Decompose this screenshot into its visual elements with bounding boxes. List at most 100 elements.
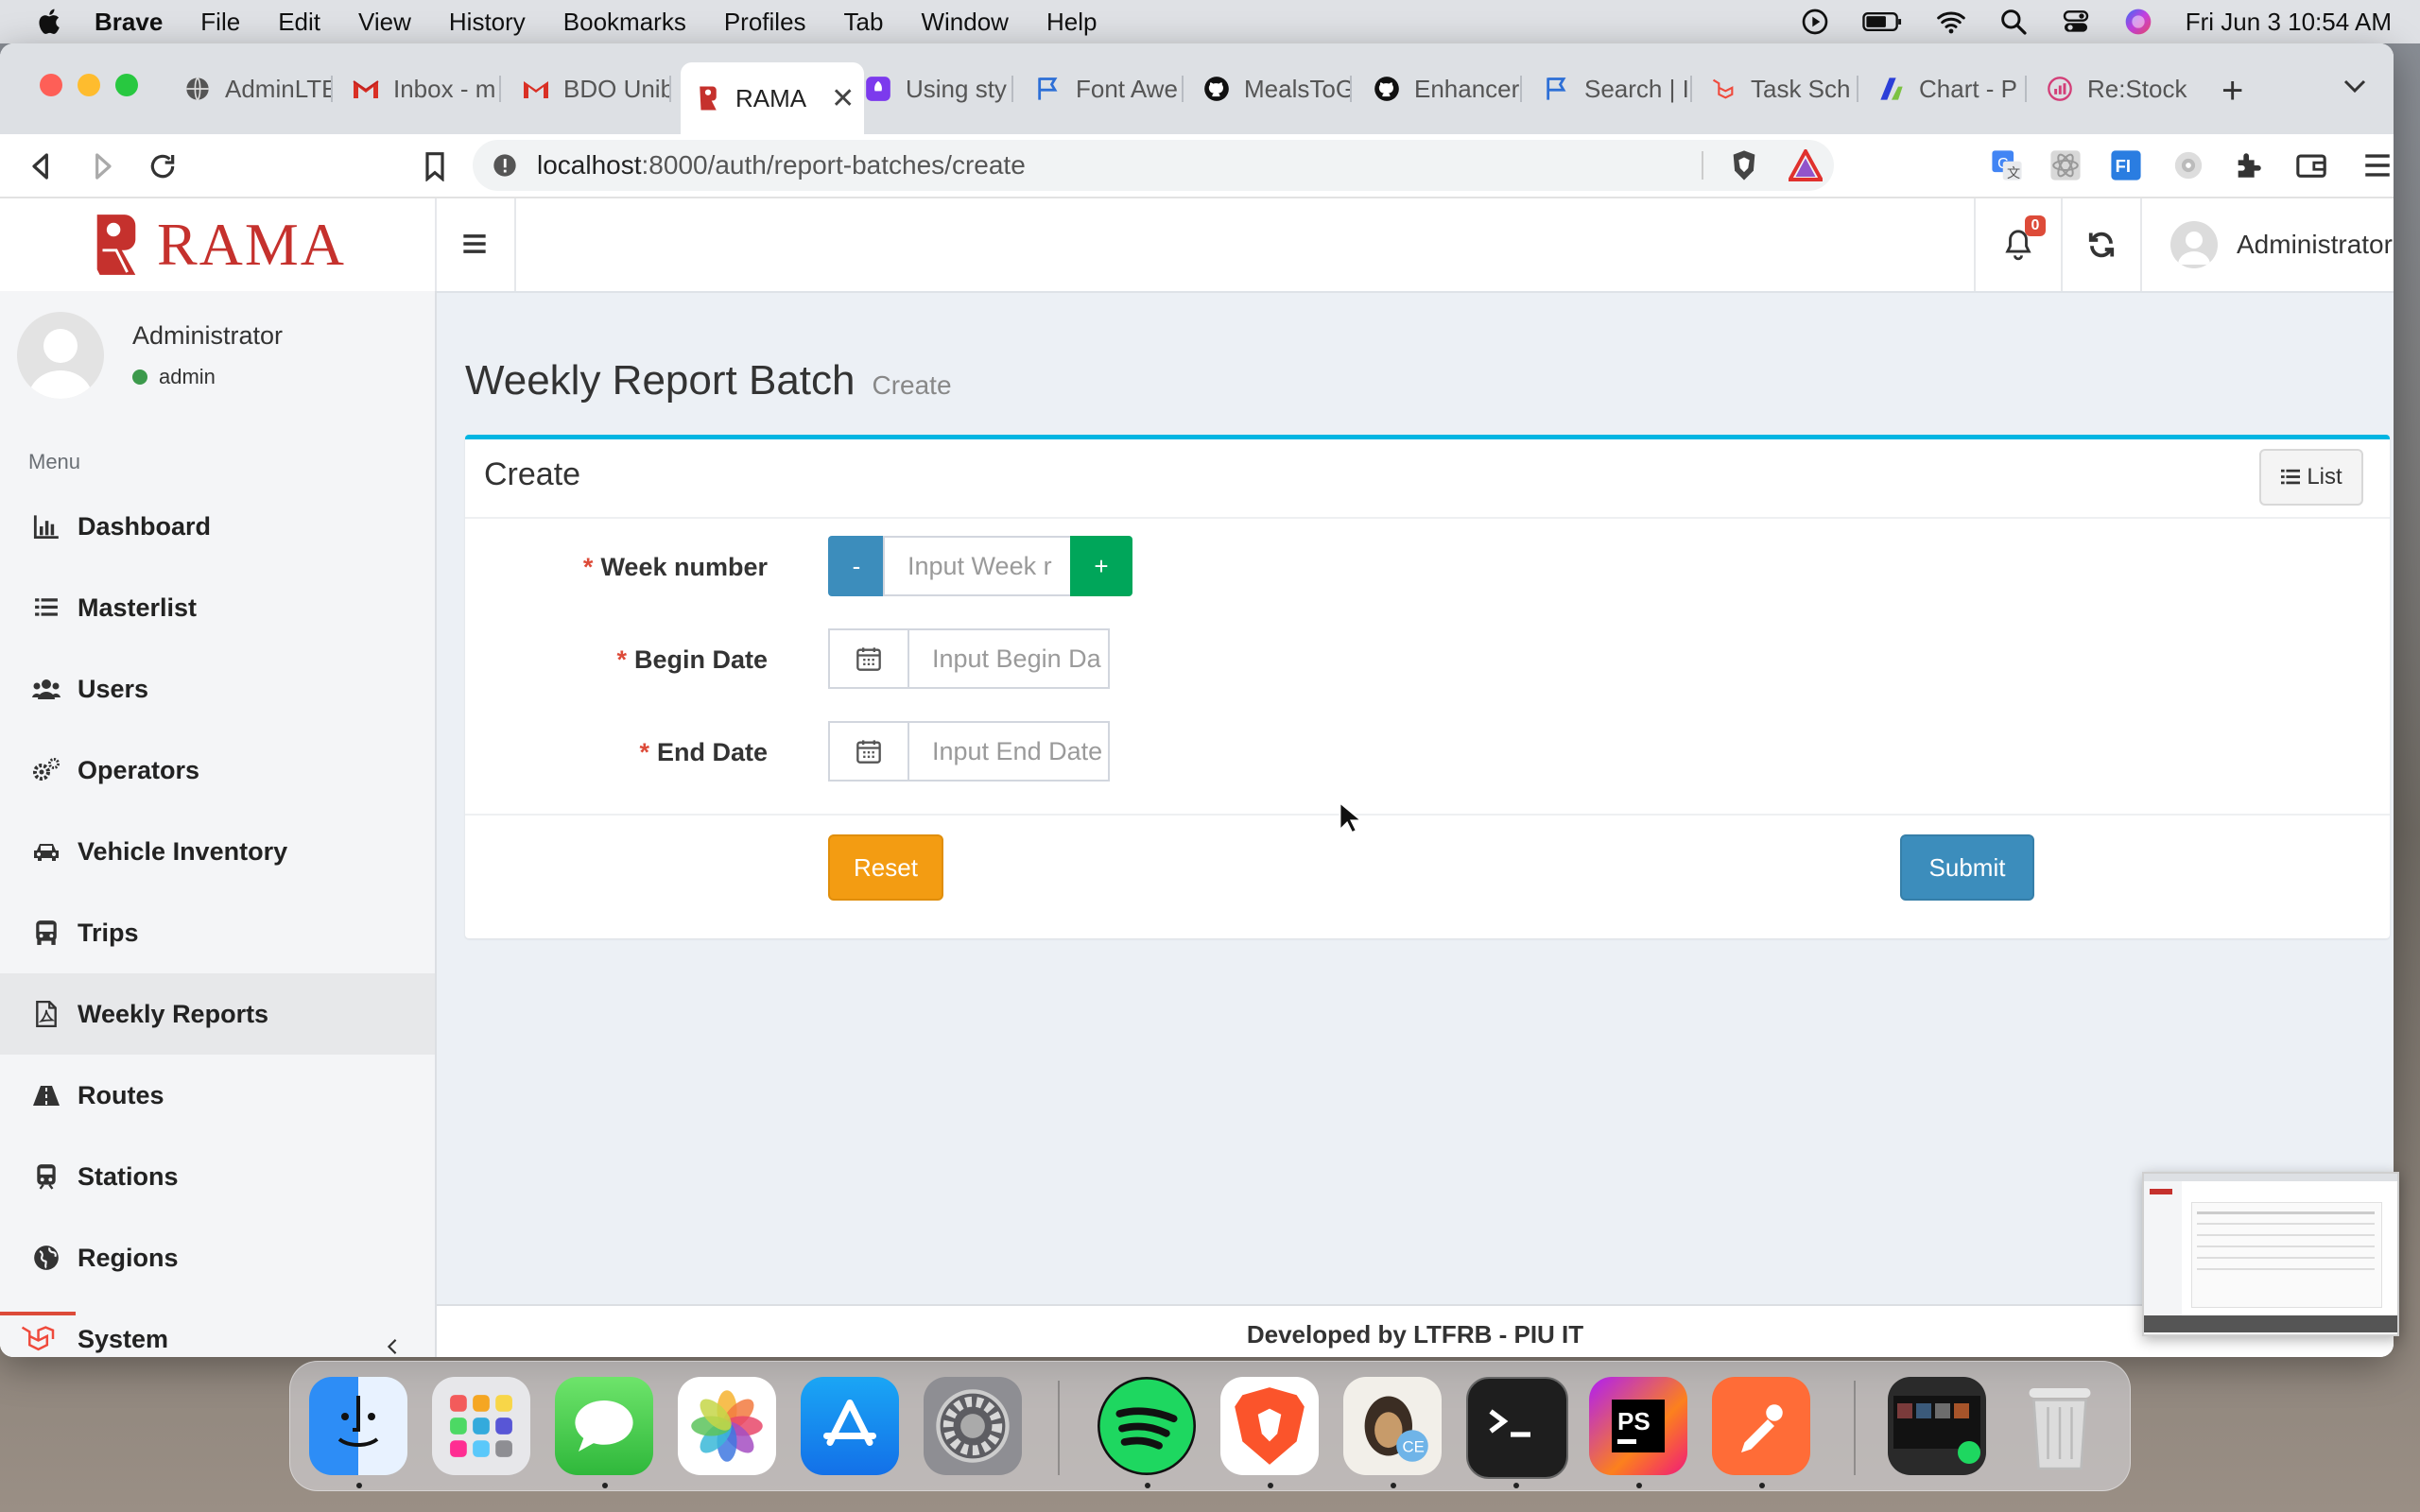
chevron-down-icon[interactable] — [2342, 77, 2367, 94]
tableplus-ce-icon[interactable]: CE — [1343, 1377, 1442, 1475]
bookmark-icon[interactable] — [420, 151, 450, 181]
sidebar-item-routes[interactable]: Routes — [0, 1055, 435, 1136]
tab-search[interactable]: Search | I — [1543, 62, 1692, 115]
info-icon[interactable] — [492, 152, 518, 179]
menu-view[interactable]: View — [358, 8, 411, 37]
react-devtools-icon[interactable] — [2049, 149, 2082, 181]
tab-restock[interactable]: Re:Stock — [2046, 62, 2206, 115]
begin-date-input[interactable]: Input Begin Da — [908, 628, 1110, 689]
list-button[interactable]: List — [2259, 449, 2363, 506]
wifi-icon[interactable] — [1936, 7, 1966, 37]
siri-icon[interactable] — [2123, 7, 2153, 37]
extensions-puzzle-icon[interactable] — [2233, 149, 2265, 181]
back-icon[interactable] — [26, 151, 57, 181]
trash-icon[interactable] — [2011, 1377, 2109, 1475]
sidebar-item-stations[interactable]: Stations — [0, 1136, 435, 1217]
tab-inbox[interactable]: Inbox - m — [352, 62, 501, 115]
required-mark: * — [616, 645, 627, 674]
menu-app-name[interactable]: Brave — [95, 8, 163, 37]
week-increment-button[interactable]: + — [1070, 536, 1132, 596]
brave-browser-icon[interactable] — [1220, 1377, 1319, 1475]
tab-chart[interactable]: Chart - P — [1877, 62, 2027, 115]
menu-tab[interactable]: Tab — [844, 8, 884, 37]
tab-rama[interactable]: RAMA ✕ — [681, 62, 864, 134]
tab-font-awesome[interactable]: Font Awe — [1034, 62, 1184, 115]
running-indicator — [1268, 1483, 1273, 1488]
system-preferences-icon[interactable] — [924, 1377, 1022, 1475]
google-translate-icon[interactable]: G文 — [1991, 149, 2023, 181]
terminal-icon[interactable] — [1466, 1377, 1568, 1479]
sidebar-item-regions[interactable]: Regions — [0, 1217, 435, 1298]
svg-text:CE: CE — [1403, 1437, 1425, 1455]
brave-rewards-icon[interactable] — [1789, 149, 1823, 181]
zoom-window-button[interactable] — [115, 74, 138, 96]
sidebar-toggle-icon[interactable] — [461, 231, 488, 257]
apple-logo-icon[interactable] — [34, 6, 66, 38]
sidebar-item-vehicle-inventory[interactable]: Vehicle Inventory — [0, 811, 435, 892]
sidebar-item-operators[interactable]: Operators — [0, 730, 435, 811]
recent-spotify-window-icon[interactable] — [1888, 1377, 1986, 1475]
play-circle-icon[interactable] — [1800, 7, 1830, 37]
finder-icon[interactable] — [309, 1377, 407, 1475]
screenshot-thumbnail[interactable] — [2142, 1172, 2399, 1336]
tab-label: Inbox - m — [393, 74, 496, 103]
browser-menu-icon[interactable] — [2361, 149, 2394, 181]
begin-date-calendar-addon[interactable] — [828, 628, 909, 689]
menu-history[interactable]: History — [449, 8, 526, 37]
running-indicator — [1759, 1483, 1765, 1488]
phpstorm-icon[interactable]: PS — [1589, 1377, 1687, 1475]
messages-icon[interactable] — [555, 1377, 653, 1475]
brand-logo[interactable]: RAMA — [0, 198, 437, 291]
photos-icon[interactable] — [678, 1377, 776, 1475]
sidebar-item-weekly-reports[interactable]: Weekly Reports — [0, 973, 435, 1055]
week-decrement-button[interactable]: - — [828, 536, 885, 596]
app-store-icon[interactable] — [801, 1377, 899, 1475]
refresh-icon[interactable] — [2087, 231, 2116, 259]
tab-bdo[interactable]: BDO Unib — [522, 62, 671, 115]
menu-file[interactable]: File — [200, 8, 240, 37]
user-menu[interactable]: Administrator — [2170, 221, 2393, 268]
sidebar-item-users[interactable]: Users — [0, 648, 435, 730]
menu-bookmarks[interactable]: Bookmarks — [563, 8, 686, 37]
submit-button[interactable]: Submit — [1900, 834, 2034, 901]
tab-mealstog[interactable]: MealsToG — [1202, 62, 1352, 115]
close-tab-icon[interactable]: ✕ — [831, 82, 855, 115]
launchpad-icon[interactable] — [432, 1377, 530, 1475]
app-header: RAMA 0 Administrator — [0, 198, 2394, 293]
laravel-debugbar-icon[interactable] — [0, 1312, 76, 1357]
chevron-left-icon[interactable] — [384, 1338, 401, 1355]
address-bar[interactable]: localhost:8000/auth/report-batches/creat… — [473, 140, 1834, 191]
end-date-input[interactable]: Input End Date — [908, 721, 1110, 782]
minimize-window-button[interactable] — [78, 74, 100, 96]
close-window-button[interactable] — [40, 74, 62, 96]
flag-icon — [1034, 75, 1063, 103]
sidebar: Administrator admin Menu Dashboard Maste… — [0, 291, 437, 1357]
sidebar-item-dashboard[interactable]: Dashboard — [0, 486, 435, 567]
reload-icon[interactable] — [147, 151, 178, 181]
menu-profiles[interactable]: Profiles — [724, 8, 806, 37]
menu-clock[interactable]: Fri Jun 3 10:54 AM — [2186, 8, 2392, 37]
new-tab-button[interactable]: + — [2221, 70, 2243, 112]
sidebar-item-masterlist[interactable]: Masterlist — [0, 567, 435, 648]
forward-icon[interactable] — [87, 151, 117, 181]
reset-button[interactable]: Reset — [828, 834, 943, 901]
menu-edit[interactable]: Edit — [278, 8, 320, 37]
tab-task-scheduler[interactable]: Task Sch — [1709, 62, 1858, 115]
wallet-icon[interactable] — [2295, 149, 2327, 181]
sidebar-item-trips[interactable]: Trips — [0, 892, 435, 973]
tab-enhancer[interactable]: Enhancer — [1373, 62, 1522, 115]
spotify-icon[interactable] — [1098, 1377, 1196, 1475]
tab-adminlte[interactable]: AdminLTE — [183, 62, 333, 115]
tab-using-styles[interactable]: Using sty — [864, 62, 1013, 115]
end-date-calendar-addon[interactable] — [828, 721, 909, 782]
menu-window[interactable]: Window — [921, 8, 1008, 37]
week-number-input[interactable]: Input Week r — [883, 536, 1072, 596]
postman-icon[interactable] — [1712, 1377, 1810, 1475]
color-picker-icon[interactable] — [2172, 149, 2204, 181]
spotlight-search-icon[interactable] — [1998, 7, 2029, 37]
menu-help[interactable]: Help — [1046, 8, 1097, 37]
battery-icon[interactable] — [1862, 7, 1904, 37]
font-identifier-icon[interactable]: FI — [2110, 149, 2142, 181]
control-center-icon[interactable] — [2061, 7, 2091, 37]
brave-shields-icon[interactable] — [1728, 149, 1760, 181]
